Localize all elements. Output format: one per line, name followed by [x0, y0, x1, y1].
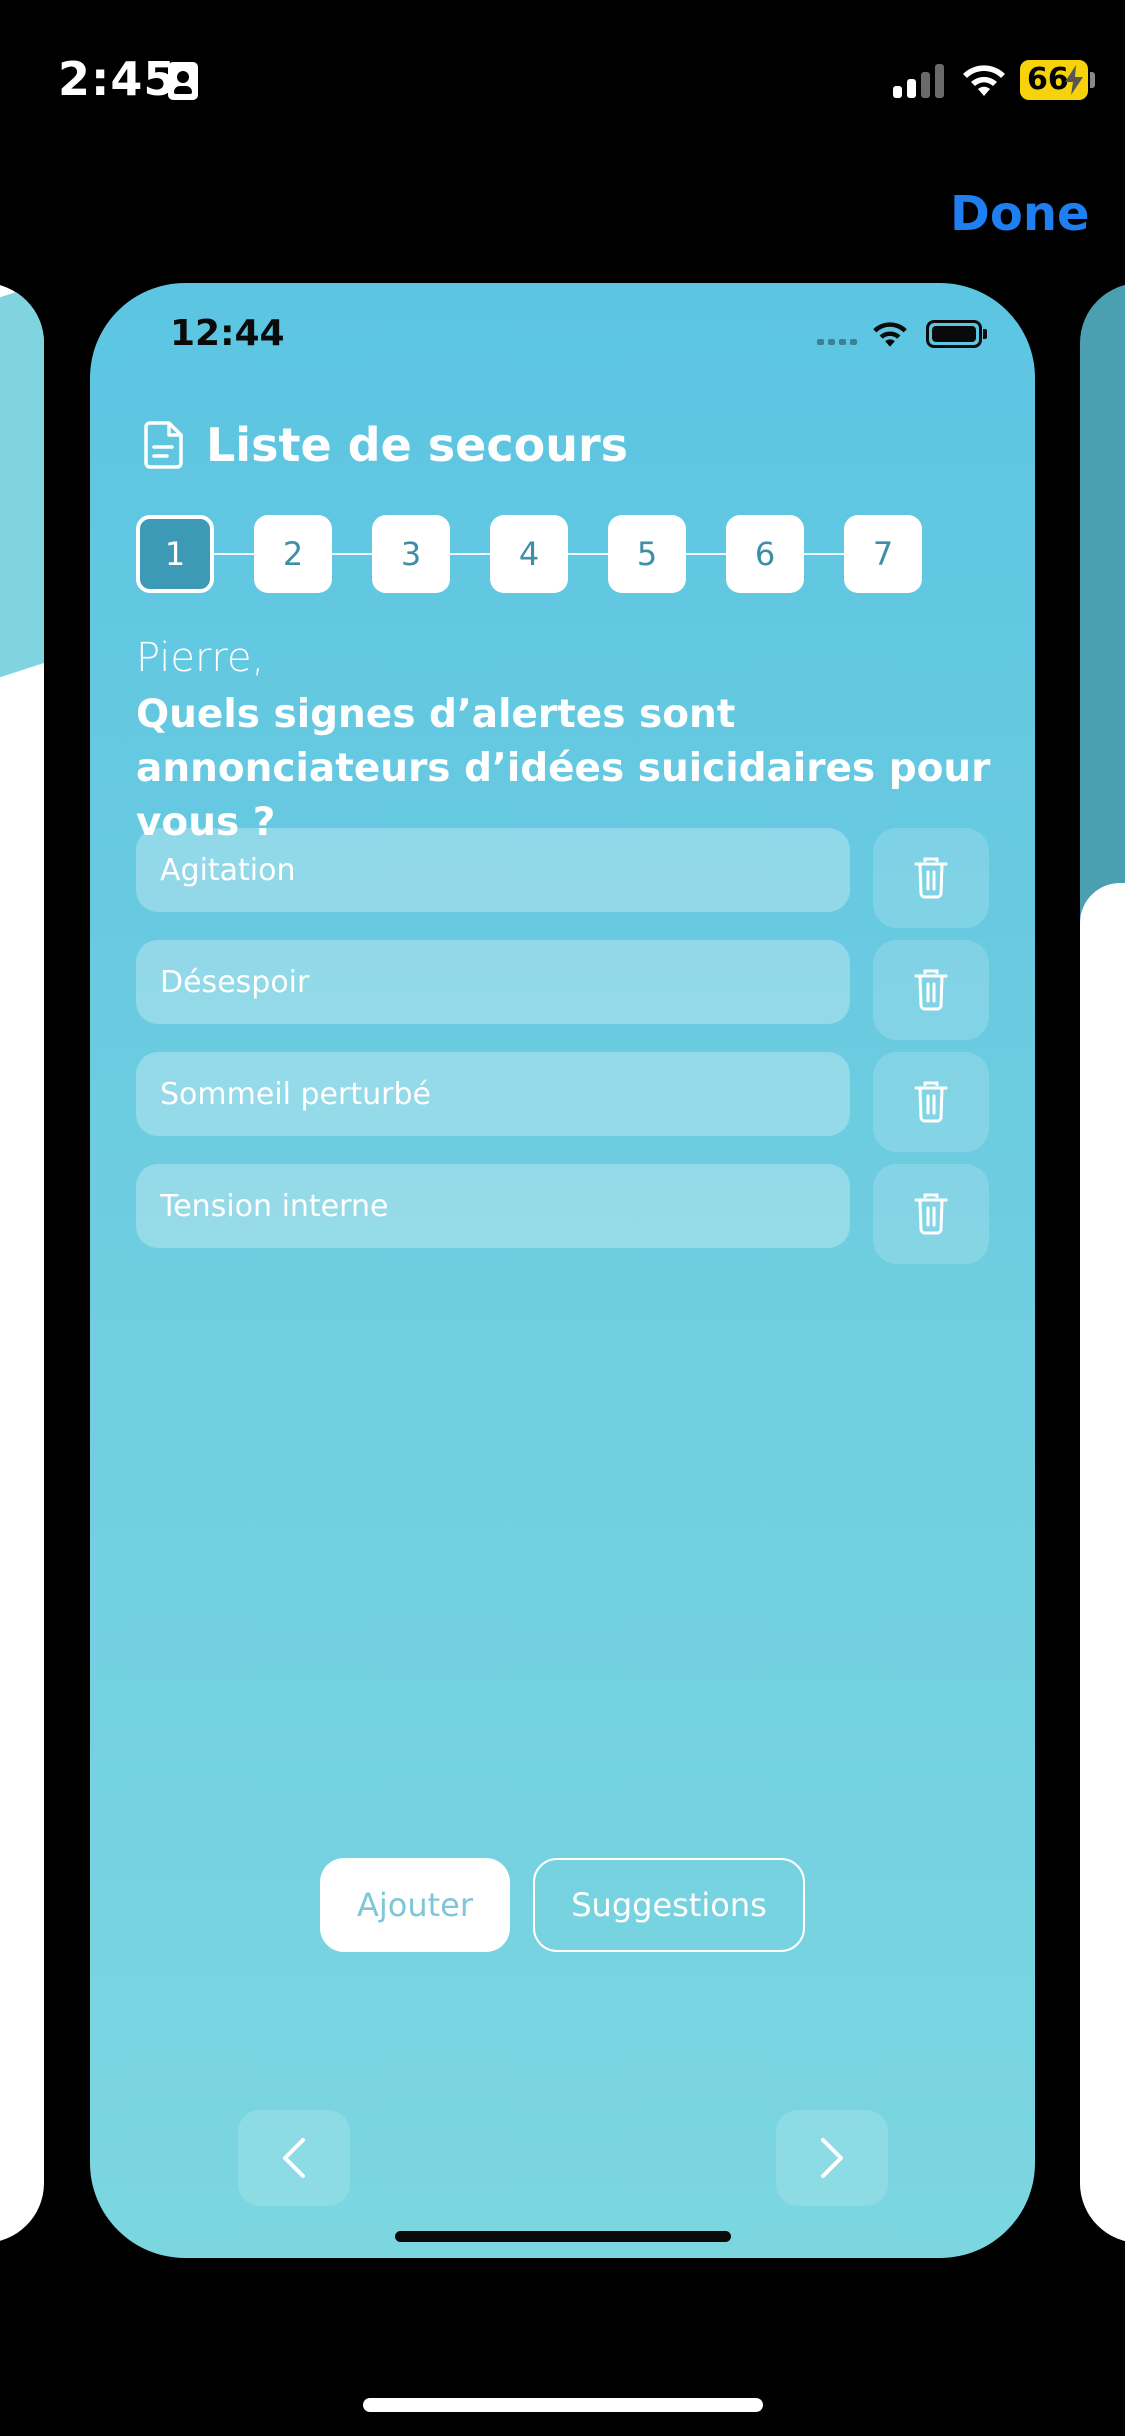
- item-field[interactable]: Sommeil perturbé: [136, 1052, 850, 1136]
- previous-step-button[interactable]: [238, 2110, 350, 2206]
- list-item: Sommeil perturbé: [136, 1052, 996, 1164]
- item-field[interactable]: Désespoir: [136, 940, 850, 1024]
- delete-item-button[interactable]: [873, 828, 989, 928]
- page-header: Liste de secours: [142, 418, 628, 472]
- preview-home-indicator: [395, 2231, 731, 2242]
- list-item: Tension interne: [136, 1164, 996, 1276]
- next-step-button[interactable]: [776, 2110, 888, 2206]
- warning-signs-list: Agitation Désespoir Sommeil perturbé Ten…: [136, 828, 996, 1276]
- preview-signal-dots-icon: [817, 339, 861, 345]
- question-text: Quels signes d’alertes sont annonciateur…: [136, 692, 991, 845]
- done-button[interactable]: Done: [950, 186, 1090, 242]
- battery-cap: [1090, 72, 1095, 88]
- previous-card-preview[interactable]: [0, 283, 44, 2243]
- wifi-icon: [963, 65, 1005, 96]
- delete-item-button[interactable]: [873, 1164, 989, 1264]
- preview-status-time: 12:44: [170, 313, 285, 354]
- step-7[interactable]: 7: [844, 515, 922, 593]
- chevron-left-icon: [283, 2138, 305, 2178]
- document-icon: [144, 421, 183, 469]
- device-time: 2:45: [58, 52, 177, 106]
- trash-icon: [914, 857, 948, 899]
- home-indicator[interactable]: [363, 2398, 763, 2412]
- next-card-preview[interactable]: [1080, 283, 1125, 2243]
- item-field[interactable]: Agitation: [136, 828, 850, 912]
- item-field[interactable]: Tension interne: [136, 1164, 850, 1248]
- step-progress: 1 2 3 4 5 6 7: [136, 515, 936, 593]
- step-6[interactable]: 6: [726, 515, 804, 593]
- suggestions-button[interactable]: Suggestions: [533, 1858, 805, 1952]
- step-5[interactable]: 5: [608, 515, 686, 593]
- add-button[interactable]: Ajouter: [320, 1858, 510, 1952]
- charging-bolt-icon: [1065, 65, 1083, 95]
- cellular-signal-icon: [893, 64, 945, 98]
- trash-icon: [914, 1081, 948, 1123]
- delete-item-button[interactable]: [873, 940, 989, 1040]
- list-item: Agitation: [136, 828, 996, 940]
- chevron-right-icon: [821, 2138, 843, 2178]
- trash-icon: [914, 969, 948, 1011]
- step-2[interactable]: 2: [254, 515, 332, 593]
- device-status-bar: 2:45 66: [0, 0, 1125, 160]
- preview-battery-icon: [926, 320, 982, 348]
- delete-item-button[interactable]: [873, 1052, 989, 1152]
- step-4[interactable]: 4: [490, 515, 568, 593]
- screen-preview-card: 12:44 Liste de secours 1 2 3 4 5 6 7 Pie…: [90, 283, 1035, 2258]
- step-1[interactable]: 1: [136, 515, 214, 593]
- list-item: Désespoir: [136, 940, 996, 1052]
- trash-icon: [914, 1193, 948, 1235]
- contact-card-icon: [168, 62, 198, 100]
- step-3[interactable]: 3: [372, 515, 450, 593]
- preview-wifi-icon: [873, 322, 907, 347]
- greeting: Pierre,: [136, 635, 265, 681]
- page-title: Liste de secours: [206, 418, 629, 472]
- preview-battery-cap: [983, 329, 987, 339]
